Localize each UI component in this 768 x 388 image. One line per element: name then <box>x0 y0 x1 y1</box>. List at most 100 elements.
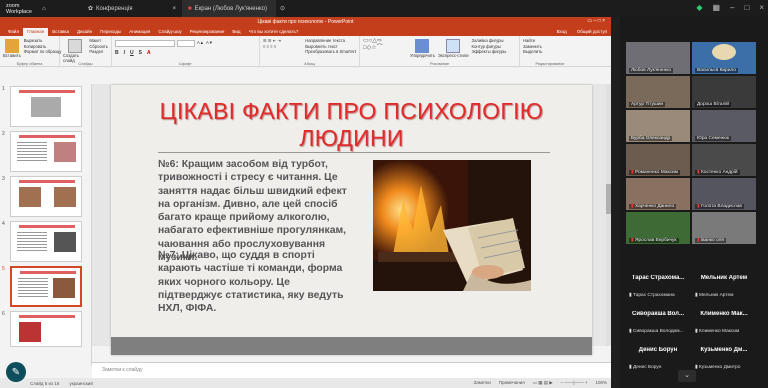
participant-video-tile[interactable]: ▮ Романенко Максим <box>626 144 690 176</box>
paste-button[interactable]: Вставить <box>3 38 21 58</box>
slide-thumbnail[interactable] <box>10 86 82 127</box>
view-buttons[interactable]: ▭ ▦ ▤ ▶ <box>533 380 553 386</box>
section-button[interactable]: Раздел <box>89 49 108 55</box>
participant-video-tile[interactable]: Дорош Віталій <box>692 76 756 108</box>
shape-effects-button[interactable]: Эффекты фигуры <box>472 49 507 55</box>
slide-thumbnails-pane: 1 2 3 4 5 6 <box>0 84 92 366</box>
slide-thumbnail[interactable] <box>10 221 82 262</box>
status-slide-count: Слайд 5 из 16 <box>30 380 60 386</box>
participant-name: Бурба Олександр <box>629 136 673 141</box>
smartart-button[interactable]: Преобразовать в SmartArt <box>305 49 356 55</box>
tab-conference[interactable]: ✿ Конференція × <box>82 0 182 17</box>
slide-thumbnail-selected[interactable] <box>10 266 82 307</box>
slide-thumbnail[interactable] <box>10 131 82 172</box>
participant-name-tile[interactable]: Клименко Мак... ▮ Клименко Максим <box>692 305 756 337</box>
participant-video-tile[interactable]: Васильєв Кирило <box>692 42 756 74</box>
tab-design[interactable]: Дизайн <box>73 28 96 36</box>
font-name-select[interactable] <box>115 40 175 47</box>
slide-thumbnail[interactable] <box>10 311 82 347</box>
select-button[interactable]: Выделить <box>523 49 577 55</box>
scrollbar-thumb[interactable] <box>606 184 611 214</box>
tell-me-search[interactable]: Что вы хотите сделать? <box>245 28 303 36</box>
slide-number: 1 <box>2 86 5 92</box>
participant-video-tile[interactable]: ▮ Голота Владислав <box>692 178 756 210</box>
grid-icon[interactable]: ▦ <box>712 3 720 12</box>
font-shrink-icon[interactable]: A▼ <box>206 40 213 47</box>
ppt-status-bar: Слайд 5 из 16 украинский Заметки Примеча… <box>0 378 611 388</box>
tab-home[interactable]: Главная <box>23 28 49 36</box>
status-language[interactable]: украинский <box>69 381 92 386</box>
align-icons[interactable]: ≡ ≡ ≡ ≡ <box>263 44 302 50</box>
notes-placeholder: Заметки к слайду <box>102 367 143 373</box>
participant-video-tile[interactable]: Юра Семенюк <box>692 110 756 142</box>
format-painter-button[interactable]: Формат по образцу <box>24 49 62 55</box>
italic-icon[interactable]: I <box>124 50 125 56</box>
participant-name: Клименко Максим <box>698 329 740 334</box>
tab-animation[interactable]: Анимация <box>125 28 154 36</box>
pen-icon: ✎ <box>11 366 21 378</box>
bold-icon[interactable]: B <box>115 50 119 56</box>
tab-insert[interactable]: Вставка <box>48 28 73 36</box>
more-icon[interactable]: ⊙ <box>276 5 285 12</box>
participant-video-tile[interactable]: Артур Тітушин <box>626 76 690 108</box>
mic-muted-icon: ▮ <box>629 329 632 334</box>
tab-share[interactable]: ■ Екран (Любов Лук'яненко) <box>182 0 276 17</box>
participant-video-tile[interactable]: ▮ іванко оля <box>692 212 756 244</box>
participant-name-tile[interactable]: Кузьменко Дм... ▮ Кузьменко Дмитро <box>692 341 756 373</box>
close-window-icon[interactable]: × <box>759 3 764 12</box>
participant-video-tile[interactable]: Бурба Олександр <box>626 110 690 142</box>
shapes-gallery[interactable]: ▭○△⇨ □◇☆⌒ <box>363 38 407 58</box>
drawing-group: ▭○△⇨ □◇☆⌒ Упорядочить Экспресс-стили Зали… <box>360 36 520 67</box>
comments-toggle-button[interactable]: Примечания <box>499 380 525 386</box>
participant-name-tile[interactable]: Тарас Страхома... ▮ Тарас Страхомана <box>626 269 690 301</box>
underline-icon[interactable]: U <box>130 50 134 56</box>
paw-icon: ✿ <box>88 6 94 12</box>
arrange-button[interactable]: Упорядочить <box>410 38 435 58</box>
slide-scrollbar[interactable] <box>606 84 611 346</box>
slide-number: 4 <box>2 221 5 227</box>
zoom-slider[interactable]: – ——|—— + <box>561 380 588 386</box>
participant-name: Харченко Данило <box>634 204 675 209</box>
slide-thumbnail[interactable] <box>10 176 82 217</box>
tab-review[interactable]: Рецензирование <box>186 28 229 36</box>
font-size-select[interactable] <box>177 40 195 47</box>
zoom-home-tab[interactable]: ⌂ <box>36 0 82 17</box>
annotate-pen-button[interactable]: ✎ <box>6 362 26 382</box>
new-slide-button[interactable]: Создать слайд <box>63 38 86 63</box>
mic-muted-icon: ▮ <box>631 204 634 209</box>
tab-view[interactable]: Вид <box>228 28 244 36</box>
participant-name-tile[interactable]: Денис Борун ▮ Денис Борун <box>626 341 690 373</box>
sign-in-link[interactable]: Вход <box>553 28 573 36</box>
window-controls: ◆ ▦ – □ × <box>696 3 764 12</box>
participant-video-tile[interactable]: ▮ Костенко Андрій <box>692 144 756 176</box>
font-grow-icon[interactable]: A▲ <box>197 40 204 47</box>
strike-icon[interactable]: S <box>139 50 142 56</box>
tab-file[interactable]: Файл <box>4 28 23 36</box>
tab-transitions[interactable]: Переходы <box>96 28 125 36</box>
gallery-next-page-button[interactable]: ⌄ <box>678 370 696 382</box>
mic-muted-icon: ▮ <box>631 238 634 243</box>
current-slide[interactable]: ЦІКАВІ ФАКТИ ПРО ПСИХОЛОГІЮ ЛЮДИНИ №6: К… <box>111 85 592 355</box>
tab-slideshow[interactable]: Слайд-шоу <box>154 28 185 36</box>
participant-name: Любов Лук'яненко <box>629 68 674 73</box>
notes-toggle-button[interactable]: Заметки <box>474 380 491 386</box>
zoom-level[interactable]: 100% <box>595 380 607 386</box>
ppt-window-controls[interactable]: ▭ – □ × <box>587 18 605 24</box>
mic-muted-icon: ▮ <box>631 170 634 175</box>
participant-name-tile[interactable]: Мельник Артем ▮ Мельник Артем <box>692 269 756 301</box>
notes-pane[interactable]: Заметки к слайду <box>92 362 611 378</box>
slides-group-label: Слайды <box>78 62 93 66</box>
participant-video-tile[interactable]: Любов Лук'яненко <box>626 42 690 74</box>
participant-name-tile[interactable]: Сиворакша Вол... ▮ Сиворакша Володим... <box>626 305 690 337</box>
participant-name: іванко оля <box>700 238 724 243</box>
minimize-icon[interactable]: – <box>730 3 734 12</box>
participant-video-tile[interactable]: ▮ Харченко Данило <box>626 178 690 210</box>
participant-display-name: Тарас Страхома... <box>631 275 685 281</box>
font-color-icon[interactable]: A <box>147 50 151 56</box>
share-button[interactable]: Общий доступ <box>573 28 611 36</box>
shape-fill-button[interactable]: Заливка фигуры <box>472 38 507 44</box>
quick-styles-button[interactable]: Экспресс-стили <box>438 38 469 58</box>
participant-video-tile[interactable]: ▮ Ярослав Вербичук <box>626 212 690 244</box>
maximize-icon[interactable]: □ <box>744 3 749 12</box>
close-icon[interactable]: × <box>172 6 176 12</box>
